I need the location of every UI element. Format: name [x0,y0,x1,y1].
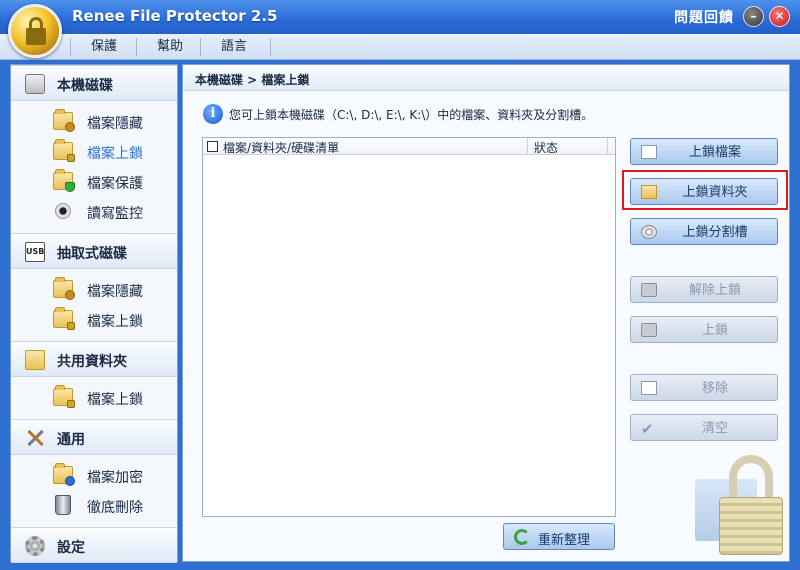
sidebar-item-file-protect[interactable]: 檔案保護 [11,167,177,195]
sidebar-item-label: 檔案上鎖 [87,392,143,408]
file-list[interactable]: 檔案/資料夾/硬碟清單 狀态 [202,137,616,517]
info-text: 您可上鎖本機磁碟（C:\, D:\, E:\, K:\）中的檔案、資料夾及分割槽… [229,108,594,122]
menu-separator [70,38,71,56]
check-icon [641,416,657,443]
list-header: 檔案/資料夾/硬碟清單 狀态 [203,138,615,155]
folder-lock-icon [53,139,75,162]
folder-lock-icon [53,385,75,408]
sidebar-item-label: 檔案隱藏 [87,284,143,300]
sidebar-section-local-disk[interactable]: 本機磁碟 [11,65,177,101]
close-button[interactable]: ✕ [769,6,790,27]
highlight-frame [622,170,788,210]
file-icon [641,145,657,159]
sidebar-item-usb-file-hide[interactable]: 檔案隱藏 [11,275,177,303]
breadcrumb: 本機磁碟 > 檔案上鎖 [183,65,789,91]
menu-language[interactable]: 語言 [210,34,258,60]
disc-icon [641,225,657,239]
button-label: 清空 [701,421,728,436]
tools-icon [25,428,45,448]
sidebar-section-label: 通用 [57,432,85,448]
menu-protect[interactable]: 保護 [80,34,128,60]
sidebar-item-rw-monitor[interactable]: 讀寫監控 [11,197,177,225]
sidebar-item-label: 讀寫監控 [87,206,143,222]
remove-icon [641,381,657,395]
select-all-checkbox[interactable] [207,141,218,152]
button-label: 移除 [701,381,728,396]
lock-button[interactable]: 上鎖 [630,316,778,343]
column-separator[interactable] [607,138,608,155]
menu-bar: 保護 幫助 語言 [0,34,800,60]
refresh-icon [514,529,530,545]
trash-icon [55,495,71,515]
title-bar: Renee File Protector 2.5 問題回饋 – ✕ [0,0,800,34]
menu-help[interactable]: 幫助 [146,34,194,60]
button-label: 重新整理 [538,533,591,548]
sidebar-item-file-lock[interactable]: 檔案上鎖 [11,137,177,165]
clear-button[interactable]: 清空 [630,414,778,443]
lock-file-button[interactable]: 上鎖檔案 [630,138,778,165]
sidebar-section-label: 設定 [57,540,85,556]
sidebar-item-label: 檔案隱藏 [87,116,143,132]
menu-separator [136,38,137,56]
folder-hide-icon [53,277,75,300]
column-header-name[interactable]: 檔案/資料夾/硬碟清單 [223,139,339,156]
button-label: 上鎖分割槽 [682,225,748,240]
breadcrumb-text: 本機磁碟 > 檔案上鎖 [195,73,310,87]
sidebar-item-file-encrypt[interactable]: 檔案加密 [11,461,177,489]
menu-separator [200,38,201,56]
column-header-status[interactable]: 狀态 [534,139,558,156]
folder-encrypt-icon [53,463,75,486]
sidebar-section-label: 本機磁碟 [57,78,113,94]
sidebar-item-label: 檔案加密 [87,470,143,486]
lock-icon [641,323,657,337]
sidebar-item-usb-file-lock[interactable]: 檔案上鎖 [11,305,177,333]
monitor-icon [55,203,71,219]
minimize-button[interactable]: – [743,6,764,27]
sidebar-section-label: 共用資料夾 [57,354,127,370]
lock-partition-button[interactable]: 上鎖分割槽 [630,218,778,245]
unlock-icon [641,283,657,297]
sidebar-item-shared-file-lock[interactable]: 檔案上鎖 [11,383,177,411]
refresh-button[interactable]: 重新整理 [503,523,615,550]
sidebar-section-label: 抽取式磁碟 [57,246,127,262]
sidebar-section-removable-disk[interactable]: USB 抽取式磁碟 [11,233,177,269]
app-logo-icon [8,4,62,58]
menu-separator [270,38,271,56]
usb-icon: USB [25,242,45,262]
app-title: Renee File Protector 2.5 [72,7,278,25]
unlock-button[interactable]: 解除上鎖 [630,276,778,303]
sidebar-item-shred[interactable]: 徹底刪除 [11,491,177,519]
shared-folder-icon [25,350,45,370]
info-icon: i [203,104,223,124]
sidebar-section-general[interactable]: 通用 [11,419,177,455]
feedback-link[interactable]: 問題回饋 [674,7,734,27]
gear-icon [25,536,45,556]
sidebar-item-label: 檔案上鎖 [87,146,143,162]
button-label: 解除上鎖 [688,283,741,298]
sidebar-item-file-hide[interactable]: 檔案隱藏 [11,107,177,135]
column-separator[interactable] [527,138,528,155]
lock-illustration [693,455,789,559]
main-panel: 本機磁碟 > 檔案上鎖 i 您可上鎖本機磁碟（C:\, D:\, E:\, K:… [182,64,790,562]
folder-lock-icon [53,307,75,330]
folder-hide-icon [53,109,75,132]
remove-button[interactable]: 移除 [630,374,778,401]
sidebar: 本機磁碟 檔案隱藏 檔案上鎖 檔案保護 讀寫監控 USB 抽取式磁碟 檔案隱藏 … [10,64,178,563]
sidebar-section-shared-folder[interactable]: 共用資料夾 [11,341,177,377]
button-label: 上鎖檔案 [688,145,741,160]
sidebar-item-label: 徹底刪除 [87,500,143,516]
button-label: 上鎖 [701,323,728,338]
hard-disk-icon [25,74,45,94]
folder-shield-icon [53,169,75,192]
sidebar-section-settings[interactable]: 設定 [11,527,177,563]
sidebar-item-label: 檔案上鎖 [87,314,143,330]
sidebar-item-label: 檔案保護 [87,176,143,192]
